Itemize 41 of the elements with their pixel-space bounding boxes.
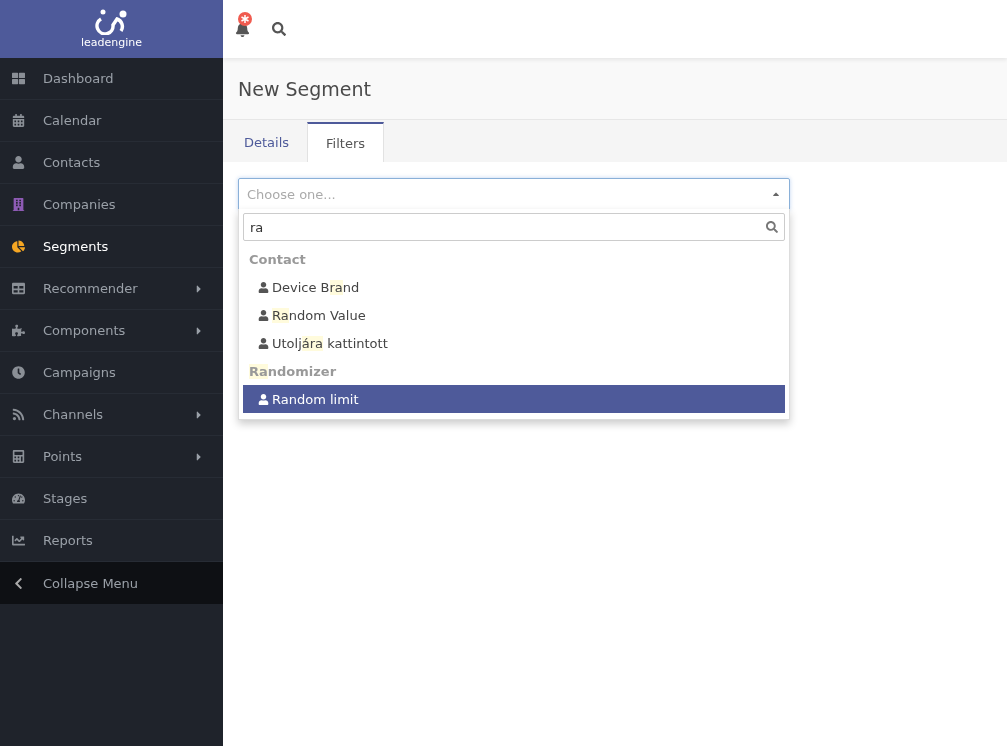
sidebar-item[interactable]: Companies — [0, 184, 223, 226]
sidebar-item[interactable]: Campaigns — [0, 352, 223, 394]
sidebar-item[interactable]: Points — [0, 436, 223, 478]
grid-icon — [12, 72, 25, 85]
search-input-field[interactable]: ra — [243, 213, 785, 241]
clock-icon — [12, 366, 25, 379]
user-icon — [258, 281, 269, 293]
puzzle-icon — [12, 324, 25, 337]
line-chart-icon — [12, 534, 25, 547]
chevron-left-icon — [12, 576, 25, 590]
logo-text: leadengine — [80, 36, 143, 49]
tab[interactable]: Filters — [307, 122, 385, 162]
search-icon[interactable] — [272, 22, 286, 36]
dropdown-option[interactable]: Device Brand — [243, 273, 785, 301]
calendar-icon — [12, 114, 25, 127]
sidebar-item[interactable]: Recommender — [0, 268, 223, 310]
user-icon — [258, 337, 269, 349]
sidebar-item[interactable]: Segments — [0, 226, 223, 268]
calculator-icon — [12, 450, 25, 463]
sidebar-item[interactable]: Channels — [0, 394, 223, 436]
option-group-label: Randomizer — [248, 362, 338, 381]
collapse-menu-button[interactable]: Collapse Menu — [0, 562, 223, 604]
sidebar-item[interactable]: Stages — [0, 478, 223, 520]
gauge-icon — [12, 492, 25, 505]
dropdown-option[interactable]: Random Value — [243, 301, 785, 329]
logo-icon — [94, 9, 129, 35]
search-icon — [766, 221, 778, 233]
dropdown-option[interactable]: Utoljára kattintott — [243, 329, 785, 357]
user-icon — [12, 156, 25, 169]
option-group-label: Contact — [248, 250, 307, 269]
sidebar-item[interactable]: Contacts — [0, 142, 223, 184]
user-icon — [258, 309, 269, 321]
table-icon — [12, 282, 25, 295]
user-icon — [258, 393, 269, 405]
building-icon — [12, 198, 25, 211]
page-title: New Segment — [238, 77, 371, 100]
sidebar-item[interactable]: Components — [0, 310, 223, 352]
dropdown-option[interactable]: Random limit — [243, 385, 785, 413]
tab[interactable]: Details — [226, 122, 308, 162]
pie-chart-icon — [12, 240, 25, 253]
rss-icon — [12, 408, 25, 421]
